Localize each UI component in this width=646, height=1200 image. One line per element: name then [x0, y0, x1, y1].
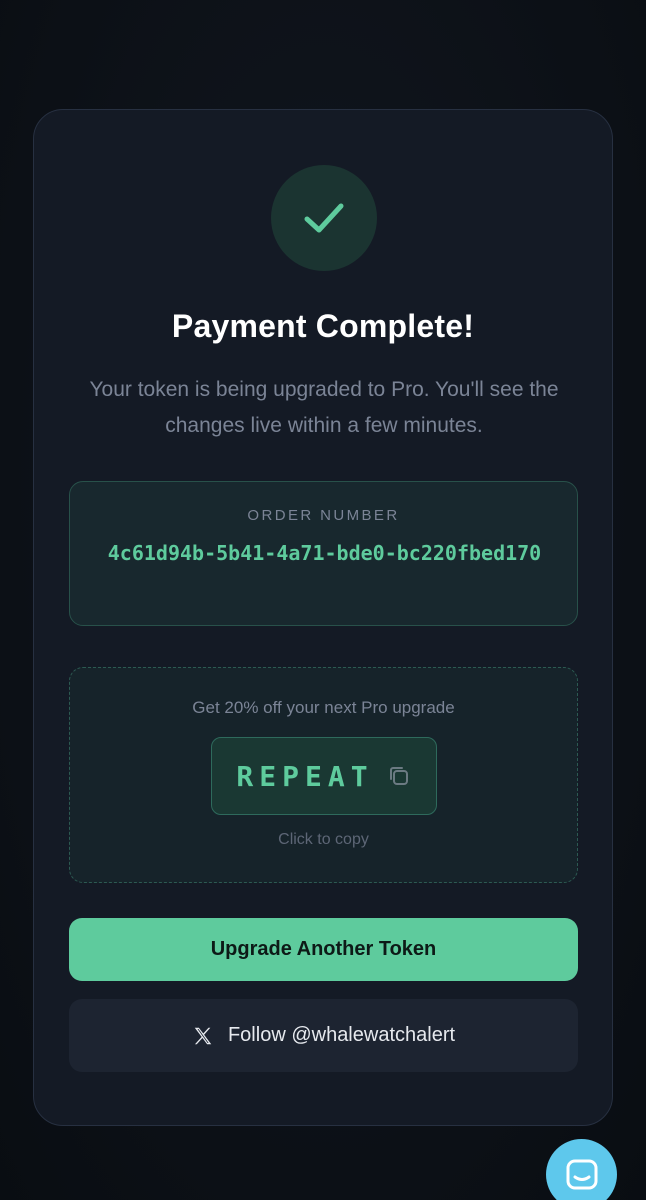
follow-on-x-button[interactable]: Follow @whalewatchalert	[69, 999, 578, 1072]
check-icon	[304, 203, 344, 233]
promo-code-copy-button[interactable]: REPEAT	[211, 737, 437, 815]
copy-hint: Click to copy	[278, 831, 369, 848]
promo-panel: Get 20% off your next Pro upgrade REPEAT…	[69, 667, 578, 883]
chat-icon	[566, 1159, 597, 1189]
page-title: Payment Complete!	[171, 308, 475, 344]
x-logo-icon	[194, 1027, 212, 1044]
payment-success-card: Payment Complete! Your token is being up…	[33, 109, 613, 1126]
order-number-panel: ORDER NUMBER 4c61d94b-5b41-4a71-bde0-bc2…	[69, 481, 578, 626]
upgrade-another-token-label: Upgrade Another Token	[210, 938, 437, 960]
success-message: Your token is being upgraded to Pro. You…	[89, 378, 559, 437]
order-number-value: 4c61d94b-5b41-4a71-bde0-bc220fbed170	[107, 541, 542, 565]
upgrade-another-token-button[interactable]: Upgrade Another Token	[69, 918, 578, 981]
copy-icon	[389, 767, 408, 785]
success-badge	[271, 165, 377, 271]
promo-text: Get 20% off your next Pro upgrade	[192, 698, 455, 717]
promo-code: REPEAT	[236, 759, 374, 793]
order-number-label: ORDER NUMBER	[247, 507, 400, 524]
chat-launcher-button[interactable]	[546, 1139, 617, 1200]
follow-label: Follow @whalewatchalert	[227, 1024, 456, 1046]
